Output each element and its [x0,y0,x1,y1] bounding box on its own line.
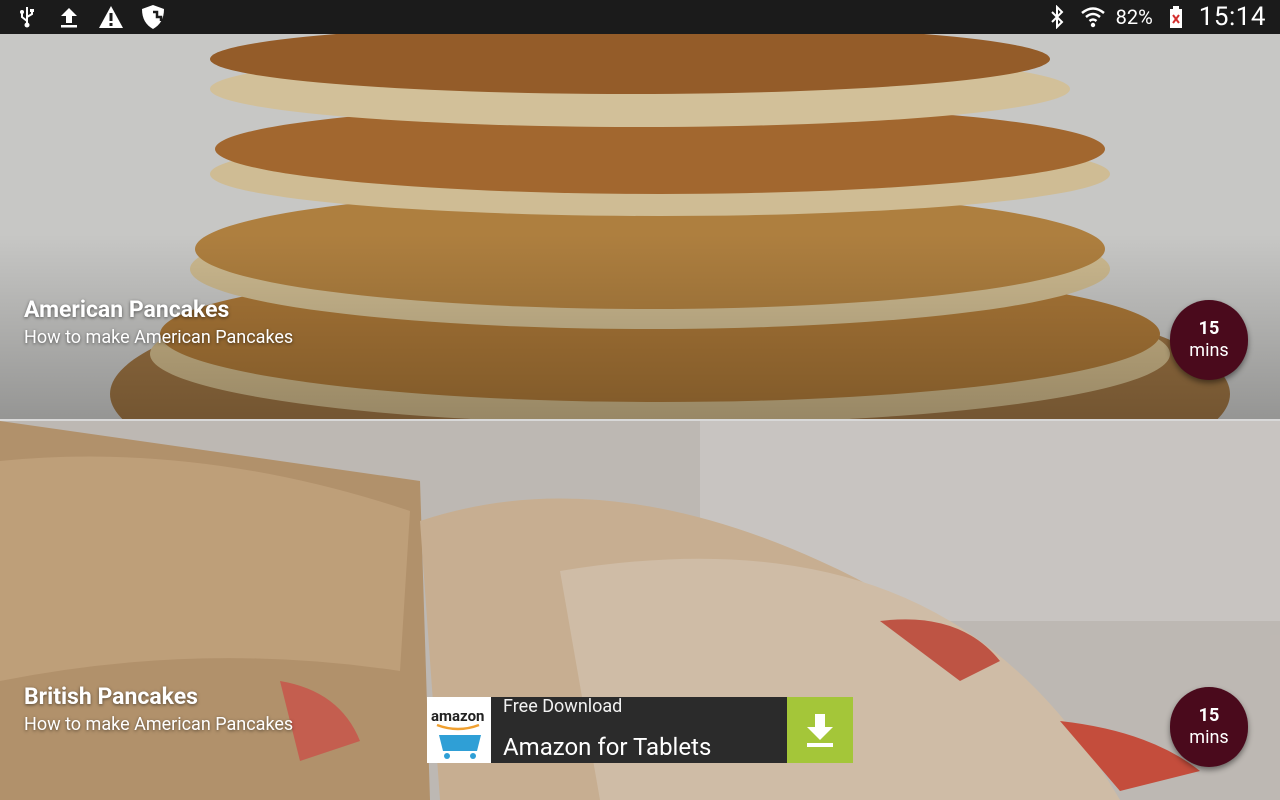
recipe-text: British Pancakes How to make American Pa… [24,683,293,737]
system-icons: 82% 15:14 [1044,0,1266,34]
cook-time-badge: 15 mins [1170,300,1248,380]
ad-headline: Free Download [503,696,623,717]
amazon-logo: amazon [427,697,491,763]
battery-percentage: 82% [1115,5,1153,29]
warning-icon [98,4,124,30]
recipe-title: British Pancakes [24,683,198,710]
wifi-icon [1080,4,1106,30]
shield-icon [140,4,166,30]
status-bar: 82% 15:14 [0,0,1280,34]
recipe-subtitle: How to make American Pancakes [24,714,294,735]
cook-time-value: 15 [1198,705,1220,726]
notification-icons [14,0,166,34]
download-icon [807,714,833,747]
cook-time-unit: mins [1189,340,1229,361]
recipe-subtitle: How to make American Pancakes [24,327,294,348]
cook-time-badge: 15 mins [1170,687,1248,767]
ad-banner[interactable]: amazon Free Download Amazon for Tablets [427,696,853,763]
cook-time-unit: mins [1189,727,1229,748]
cook-time-value: 15 [1198,318,1220,339]
recipe-title: American Pancakes [24,296,230,323]
recipe-photo [0,34,1280,419]
ad-title: Amazon for Tablets [503,733,712,761]
clock: 15:14 [1198,2,1266,32]
bluetooth-icon [1044,4,1070,30]
battery-icon [1163,4,1189,30]
usb-icon [14,4,40,30]
recipe-text: American Pancakes How to make American P… [24,296,293,350]
ad-text: Free Download Amazon for Tablets [491,696,787,763]
recipe-card-american-pancakes[interactable]: American Pancakes How to make American P… [0,34,1280,419]
upload-icon [56,4,82,30]
ad-download-button[interactable] [787,697,853,763]
